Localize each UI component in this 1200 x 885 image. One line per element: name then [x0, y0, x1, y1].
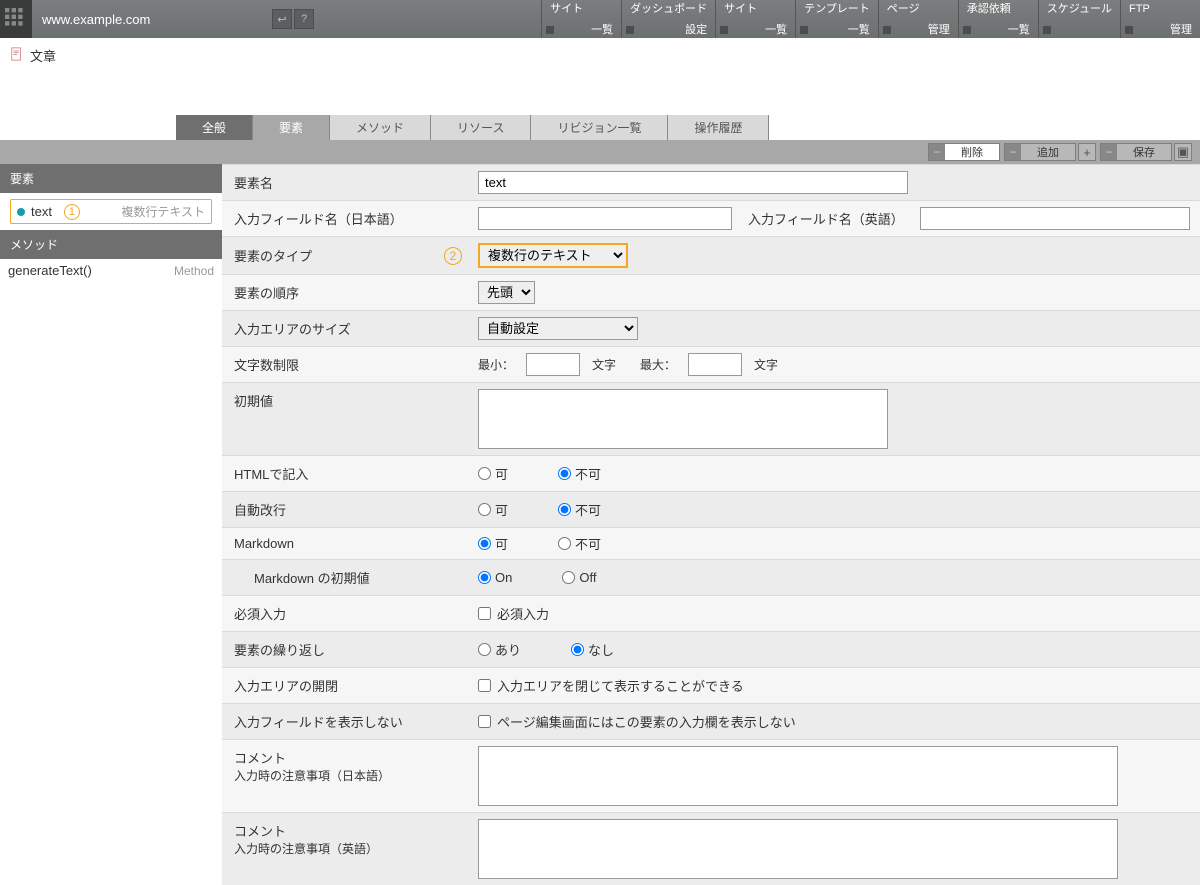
sidebar-item-tag: Method	[174, 264, 214, 278]
top-nav-item-4[interactable]: ページ管理	[878, 0, 958, 38]
add-button[interactable]: −追加	[1004, 143, 1076, 161]
topbar: www.example.com ↩ ? サイト一覧ダッシュボード設定サイト一覧テ…	[0, 0, 1200, 38]
label-field-ja: 入力フィールド名（日本語）	[222, 201, 468, 236]
top-nav-item-2[interactable]: サイト一覧	[715, 0, 795, 38]
comment-en-textarea[interactable]	[478, 819, 1118, 879]
markdown-init-on-radio[interactable]: On	[478, 570, 512, 585]
markdown-yes-radio[interactable]: 可	[478, 534, 508, 553]
unit-label: 文字	[754, 356, 778, 373]
field-en-input[interactable]	[920, 207, 1190, 230]
element-name-input[interactable]	[478, 171, 908, 194]
label-comment-en-1: コメント	[234, 821, 456, 840]
label-hide-field: 入力フィールドを表示しない	[222, 704, 468, 739]
top-nav-item-0[interactable]: サイト一覧	[541, 0, 621, 38]
tab-4[interactable]: リビジョン一覧	[531, 115, 668, 140]
label-markdown-init: Markdown の初期値	[222, 560, 468, 595]
field-ja-input[interactable]	[478, 207, 732, 230]
tab-strip: 全般要素メソッドリソースリビジョン一覧操作履歴	[0, 115, 1200, 140]
sidebar: 要素 text 1 複数行テキスト メソッド generateText() Me…	[0, 164, 222, 885]
label-initial: 初期値	[222, 383, 468, 455]
page-title: 文章	[30, 46, 56, 65]
label-repeat: 要素の繰り返し	[222, 632, 468, 667]
document-icon	[10, 47, 24, 64]
initial-textarea[interactable]	[478, 389, 888, 449]
top-nav-item-6[interactable]: スケジュール	[1038, 0, 1120, 38]
sidebar-item-label: generateText()	[8, 263, 92, 278]
sidebar-header-method: メソッド	[0, 230, 222, 259]
label-element-type: 要素のタイプ	[234, 246, 312, 265]
tab-2[interactable]: メソッド	[330, 115, 431, 140]
bullet-icon	[17, 208, 25, 216]
order-select[interactable]: 先頭	[478, 281, 535, 304]
html-no-radio[interactable]: 不可	[558, 464, 601, 483]
unit-label: 文字	[592, 356, 616, 373]
html-yes-radio[interactable]: 可	[478, 464, 508, 483]
repeat-yes-radio[interactable]: あり	[478, 640, 521, 659]
delete-button[interactable]: −削除	[928, 143, 1000, 161]
save-button[interactable]: −保存	[1100, 143, 1172, 161]
label-collapse: 入力エリアの開閉	[222, 668, 468, 703]
toolbar: −削除 −追加 + −保存 ▣	[0, 140, 1200, 164]
collapse-checkbox[interactable]: 入力エリアを閉じて表示することができる	[478, 676, 744, 695]
label-area-size: 入力エリアのサイズ	[222, 311, 468, 346]
char-min-input[interactable]	[526, 353, 580, 376]
repeat-no-radio[interactable]: なし	[571, 640, 614, 659]
label-html: HTMLで記入	[222, 456, 468, 491]
label-element-name: 要素名	[222, 165, 468, 200]
sidebar-item-text[interactable]: text 1 複数行テキスト	[10, 199, 212, 224]
autowrap-yes-radio[interactable]: 可	[478, 500, 508, 519]
top-nav-item-3[interactable]: テンプレート一覧	[795, 0, 878, 38]
min-label: 最小：	[478, 356, 514, 373]
sidebar-item-tag: 複数行テキスト	[121, 203, 205, 220]
label-comment-ja-1: コメント	[234, 748, 456, 767]
back-icon[interactable]: ↩	[272, 9, 292, 29]
label-comment-en-2: 入力時の注意事項（英語）	[234, 840, 456, 857]
top-nav: サイト一覧ダッシュボード設定サイト一覧テンプレート一覧ページ管理承認依頼一覧スケ…	[541, 0, 1200, 38]
top-nav-item-5[interactable]: 承認依頼一覧	[958, 0, 1038, 38]
comment-ja-textarea[interactable]	[478, 746, 1118, 806]
tab-5[interactable]: 操作履歴	[668, 115, 769, 140]
sidebar-header-element: 要素	[0, 164, 222, 193]
label-required: 必須入力	[222, 596, 468, 631]
label-order: 要素の順序	[222, 275, 468, 310]
label-field-en: 入力フィールド名（英語）	[748, 209, 904, 228]
element-type-select[interactable]: 複数行のテキスト	[478, 243, 628, 268]
save-icon[interactable]: ▣	[1174, 143, 1192, 161]
tab-1[interactable]: 要素	[253, 115, 330, 140]
sidebar-item-method[interactable]: generateText() Method	[0, 259, 222, 282]
help-icon[interactable]: ?	[294, 9, 314, 29]
label-markdown: Markdown	[222, 528, 468, 559]
label-char-limit: 文字数制限	[222, 347, 468, 382]
label-comment-ja-2: 入力時の注意事項（日本語）	[234, 767, 456, 784]
form: 要素名 入力フィールド名（日本語） 入力フィールド名（英語） 要素のタイプ 2 …	[222, 164, 1200, 885]
required-checkbox[interactable]: 必須入力	[478, 604, 549, 623]
top-nav-item-7[interactable]: FTP管理	[1120, 0, 1200, 38]
site-url: www.example.com	[32, 12, 232, 27]
plus-icon[interactable]: +	[1078, 143, 1096, 161]
tab-3[interactable]: リソース	[431, 115, 531, 140]
autowrap-no-radio[interactable]: 不可	[558, 500, 601, 519]
markdown-no-radio[interactable]: 不可	[558, 534, 601, 553]
hide-field-checkbox[interactable]: ページ編集画面にはこの要素の入力欄を表示しない	[478, 712, 796, 731]
max-label: 最大：	[640, 356, 676, 373]
sidebar-item-label: text	[31, 204, 52, 219]
char-max-input[interactable]	[688, 353, 742, 376]
label-autowrap: 自動改行	[222, 492, 468, 527]
callout-2: 2	[444, 247, 462, 265]
app-logo-icon	[0, 0, 32, 38]
top-nav-item-1[interactable]: ダッシュボード設定	[621, 0, 715, 38]
tab-0[interactable]: 全般	[176, 115, 253, 140]
callout-1: 1	[64, 204, 80, 220]
area-size-select[interactable]: 自動設定	[478, 317, 638, 340]
markdown-init-off-radio[interactable]: Off	[562, 570, 596, 585]
